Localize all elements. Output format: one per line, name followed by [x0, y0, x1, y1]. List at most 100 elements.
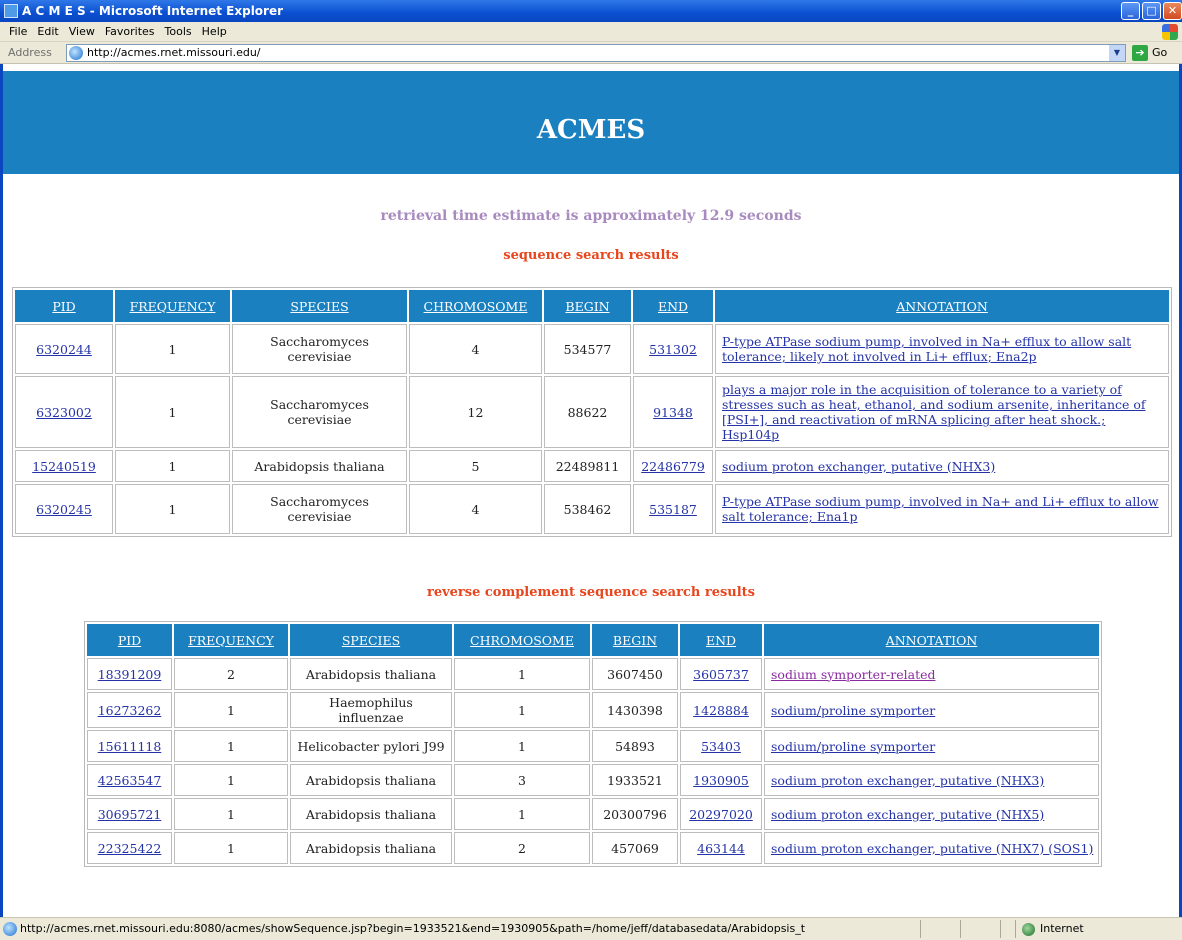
- table-header-row: PID FREQUENCY SPECIES CHROMOSOME BEGIN END ANN…: [87, 624, 1099, 656]
- cell-annotation: P-type ATPase sodium pump, involved in N…: [715, 324, 1169, 374]
- end-link[interactable]: 22486779: [641, 459, 705, 474]
- menu-edit[interactable]: Edit: [32, 22, 63, 42]
- cell-begin: 534577: [544, 324, 631, 374]
- column-header-begin[interactable]: BEGIN: [592, 624, 678, 656]
- pid-link[interactable]: 15240519: [32, 459, 96, 474]
- cell-end: 91348: [633, 376, 713, 448]
- address-url[interactable]: http://acmes.rnet.missouri.edu/: [87, 45, 261, 61]
- cell-pid: 15240519: [15, 450, 113, 482]
- pid-link[interactable]: 6320245: [36, 502, 92, 517]
- cell-species: Arabidopsis thaliana: [290, 658, 452, 690]
- pid-link[interactable]: 30695721: [98, 807, 162, 822]
- cell-species: Arabidopsis thaliana: [290, 832, 452, 864]
- table-row: 6320244 1 Saccharomyces cerevisiae 4 534577 5…: [15, 324, 1169, 374]
- annotation-link[interactable]: sodium proton exchanger, putative (NHX3): [722, 459, 995, 474]
- column-header-pid[interactable]: PID: [87, 624, 172, 656]
- menu-view[interactable]: View: [64, 22, 100, 42]
- column-header-end[interactable]: END: [633, 290, 713, 322]
- address-label: Address: [8, 46, 52, 59]
- end-link[interactable]: 53403: [701, 739, 741, 754]
- cell-annotation: P-type ATPase sodium pump, involved in N…: [715, 484, 1169, 534]
- cell-species: Helicobacter pylori J99: [290, 730, 452, 762]
- cell-end: 20297020: [680, 798, 762, 830]
- status-divider: [960, 920, 961, 938]
- annotation-link[interactable]: sodium/proline symporter: [771, 703, 935, 718]
- column-header-chromosome[interactable]: CHROMOSOME: [409, 290, 542, 322]
- pid-link[interactable]: 6323002: [36, 405, 92, 420]
- cell-frequency: 1: [174, 730, 288, 762]
- site-banner: ACMES: [3, 71, 1179, 174]
- table-row: 6323002 1 Saccharomyces cerevisiae 12 88622 9…: [15, 376, 1169, 448]
- go-arrow-icon[interactable]: ➔: [1132, 45, 1148, 61]
- cell-end: 22486779: [633, 450, 713, 482]
- cell-species: Arabidopsis thaliana: [290, 798, 452, 830]
- cell-pid: 6320245: [15, 484, 113, 534]
- cell-chromosome: 2: [454, 832, 590, 864]
- annotation-link[interactable]: P-type ATPase sodium pump, involved in N…: [722, 334, 1131, 364]
- cell-chromosome: 1: [454, 798, 590, 830]
- pid-link[interactable]: 15611118: [98, 739, 162, 754]
- column-header-annotation[interactable]: ANNOTATION: [715, 290, 1169, 322]
- menu-help[interactable]: Help: [197, 22, 232, 42]
- cell-begin: 3607450: [592, 658, 678, 690]
- menu-tools[interactable]: Tools: [160, 22, 197, 42]
- annotation-link[interactable]: sodium proton exchanger, putative (NHX3): [771, 773, 1044, 788]
- column-header-species[interactable]: SPECIES: [290, 624, 452, 656]
- column-header-annotation[interactable]: ANNOTATION: [764, 624, 1099, 656]
- end-link[interactable]: 20297020: [689, 807, 753, 822]
- cell-pid: 16273262: [87, 692, 172, 728]
- pid-link[interactable]: 6320244: [36, 342, 92, 357]
- annotation-link[interactable]: sodium/proline symporter: [771, 739, 935, 754]
- annotation-link[interactable]: P-type ATPase sodium pump, involved in N…: [722, 494, 1159, 524]
- address-dropdown-icon[interactable]: ▼: [1109, 45, 1125, 61]
- cell-chromosome: 3: [454, 764, 590, 796]
- annotation-link[interactable]: sodium symporter-related: [771, 667, 936, 682]
- window-titlebar[interactable]: A C M E S - Microsoft Internet Explorer …: [0, 0, 1182, 22]
- address-input[interactable]: http://acmes.rnet.missouri.edu/ ▼: [66, 44, 1126, 62]
- address-bar: Address http://acmes.rnet.missouri.edu/ …: [0, 42, 1182, 64]
- status-bar: http://acmes.rnet.missouri.edu:8080/acme…: [0, 917, 1182, 940]
- end-link[interactable]: 1428884: [693, 703, 749, 718]
- pid-link[interactable]: 42563547: [98, 773, 162, 788]
- pid-link[interactable]: 22325422: [98, 841, 162, 856]
- end-link[interactable]: 1930905: [693, 773, 749, 788]
- menu-file[interactable]: File: [4, 22, 32, 42]
- go-button[interactable]: ➔ Go: [1132, 45, 1178, 61]
- column-header-species[interactable]: SPECIES: [232, 290, 407, 322]
- column-header-frequency[interactable]: FREQUENCY: [174, 624, 288, 656]
- cell-species: Saccharomyces cerevisiae: [232, 484, 407, 534]
- annotation-link[interactable]: sodium proton exchanger, putative (NHX7)…: [771, 841, 1093, 856]
- column-header-frequency[interactable]: FREQUENCY: [115, 290, 230, 322]
- column-header-end[interactable]: END: [680, 624, 762, 656]
- end-link[interactable]: 535187: [649, 502, 697, 517]
- maximize-button[interactable]: □: [1142, 2, 1161, 20]
- ie-app-icon: [4, 4, 18, 18]
- cell-pid: 22325422: [87, 832, 172, 864]
- cell-end: 1930905: [680, 764, 762, 796]
- status-divider: [920, 920, 921, 938]
- cell-begin: 88622: [544, 376, 631, 448]
- go-label[interactable]: Go: [1152, 46, 1167, 59]
- column-header-chromosome[interactable]: CHROMOSOME: [454, 624, 590, 656]
- column-header-begin[interactable]: BEGIN: [544, 290, 631, 322]
- cell-end: 1428884: [680, 692, 762, 728]
- end-link[interactable]: 91348: [653, 405, 693, 420]
- cell-frequency: 2: [174, 658, 288, 690]
- table-row: 6320245 1 Saccharomyces cerevisiae 4 538462 5…: [15, 484, 1169, 534]
- annotation-link[interactable]: sodium proton exchanger, putative (NHX5): [771, 807, 1044, 822]
- close-button[interactable]: ✕: [1163, 2, 1182, 20]
- end-link[interactable]: 3605737: [693, 667, 749, 682]
- minimize-button[interactable]: _: [1121, 2, 1140, 20]
- status-text: http://acmes.rnet.missouri.edu:8080/acme…: [20, 922, 806, 935]
- pid-link[interactable]: 18391209: [98, 667, 162, 682]
- pid-link[interactable]: 16273262: [98, 703, 162, 718]
- cell-frequency: 1: [115, 450, 230, 482]
- column-header-pid[interactable]: PID: [15, 290, 113, 322]
- cell-species: Arabidopsis thaliana: [290, 764, 452, 796]
- status-divider: [1015, 920, 1016, 938]
- menu-favorites[interactable]: Favorites: [100, 22, 160, 42]
- end-link[interactable]: 531302: [649, 342, 697, 357]
- annotation-link[interactable]: plays a major role in the acquisition of…: [722, 382, 1146, 442]
- end-link[interactable]: 463144: [697, 841, 745, 856]
- sequence-results-table: PID FREQUENCY SPECIES CHROMOSOME BEGIN END ANN…: [12, 287, 1172, 537]
